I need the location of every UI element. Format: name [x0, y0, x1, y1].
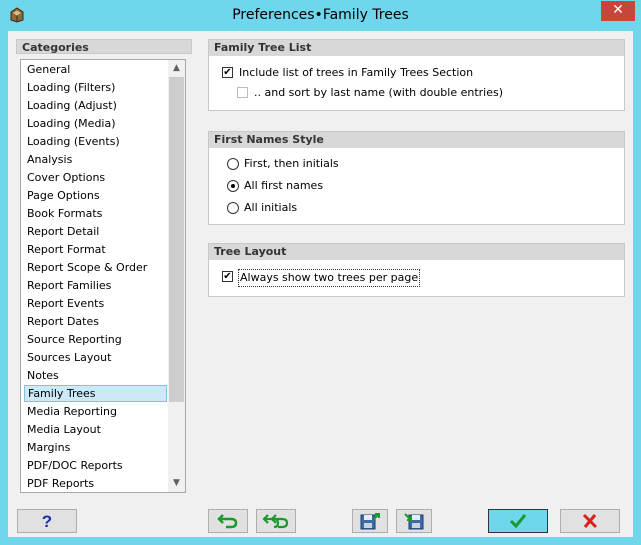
tree-layout-header: Tree Layout [209, 244, 624, 260]
undo-all-icon [262, 514, 289, 529]
scrollbar-thumb[interactable] [169, 77, 184, 402]
undo-button[interactable] [208, 509, 248, 533]
category-item-general[interactable]: General [24, 61, 167, 78]
category-item-loading-adjust[interactable]: Loading (Adjust) [24, 97, 167, 114]
category-item-media-layout[interactable]: Media Layout [24, 421, 167, 438]
ok-button[interactable] [488, 509, 548, 533]
load-button[interactable] [396, 509, 432, 533]
all-initials-radio[interactable] [227, 202, 239, 214]
cancel-x-icon [582, 513, 598, 529]
two-trees-per-page-label[interactable]: Always show two trees per page [238, 269, 421, 287]
first-names-style-header: First Names Style [209, 132, 624, 148]
category-item-report-scope-order[interactable]: Report Scope & Order [24, 259, 167, 276]
categories-scrollbar[interactable]: ▲ ▼ [168, 60, 185, 492]
include-trees-label[interactable]: Include list of trees in Family Trees Se… [239, 65, 473, 81]
save-icon [360, 513, 380, 530]
first-then-initials-radio[interactable] [227, 158, 239, 170]
category-item-family-trees[interactable]: Family Trees [24, 385, 167, 402]
category-item-cover-options[interactable]: Cover Options [24, 169, 167, 186]
window-title: Preferences•Family Trees [232, 7, 409, 23]
categories-header: Categories [16, 39, 192, 54]
all-initials-label[interactable]: All initials [244, 200, 297, 216]
all-first-names-radio[interactable] [227, 180, 239, 192]
category-item-notes[interactable]: Notes [24, 367, 167, 384]
svg-text:?: ? [42, 512, 52, 531]
category-item-media-reporting[interactable]: Media Reporting [24, 403, 167, 420]
category-item-sources-layout[interactable]: Sources Layout [24, 349, 167, 366]
category-item-report-families[interactable]: Report Families [24, 277, 167, 294]
undo-all-button[interactable] [256, 509, 296, 533]
help-button[interactable]: ? [17, 509, 77, 533]
categories-list[interactable]: General Loading (Filters) Loading (Adjus… [20, 59, 186, 493]
include-trees-checkbox[interactable]: ✔ [222, 67, 233, 78]
scroll-up-icon[interactable]: ▲ [168, 60, 185, 77]
first-then-initials-label[interactable]: First, then initials [244, 156, 339, 172]
category-item-loading-media[interactable]: Loading (Media) [24, 115, 167, 132]
close-button[interactable]: ✕ [601, 1, 635, 21]
sort-by-last-name-checkbox[interactable] [237, 87, 248, 98]
category-item-margins[interactable]: Margins [24, 439, 167, 456]
scroll-down-icon[interactable]: ▼ [168, 475, 185, 492]
category-item-loading-events[interactable]: Loading (Events) [24, 133, 167, 150]
checkmark-icon [509, 514, 527, 529]
cancel-button[interactable] [560, 509, 620, 533]
load-icon [404, 513, 424, 530]
undo-icon [217, 514, 238, 529]
preferences-window: Preferences•Family Trees ✕ Categories Ge… [0, 0, 641, 545]
tree-layout-group: Tree Layout ✔ Always show two trees per … [208, 243, 625, 297]
category-item-page-options[interactable]: Page Options [24, 187, 167, 204]
two-trees-per-page-checkbox[interactable]: ✔ [222, 271, 233, 282]
category-item-source-reporting[interactable]: Source Reporting [24, 331, 167, 348]
category-item-loading-filters[interactable]: Loading (Filters) [24, 79, 167, 96]
help-icon: ? [42, 512, 52, 531]
category-item-report-dates[interactable]: Report Dates [24, 313, 167, 330]
save-button[interactable] [352, 509, 388, 533]
category-item-report-format[interactable]: Report Format [24, 241, 167, 258]
dialog-body: Categories General Loading (Filters) Loa… [8, 31, 633, 537]
category-item-book-formats[interactable]: Book Formats [24, 205, 167, 222]
category-item-report-detail[interactable]: Report Detail [24, 223, 167, 240]
category-item-report-events[interactable]: Report Events [24, 295, 167, 312]
category-item-pdf-reports[interactable]: PDF Reports [24, 475, 167, 492]
categories-panel: Categories General Loading (Filters) Loa… [16, 39, 192, 493]
family-tree-list-header: Family Tree List [209, 40, 624, 56]
family-tree-list-group: Family Tree List ✔ Include list of trees… [208, 39, 625, 111]
category-item-pdf-doc-reports[interactable]: PDF/DOC Reports [24, 457, 167, 474]
sort-by-last-name-label[interactable]: .. and sort by last name (with double en… [254, 85, 503, 101]
first-names-style-group: First Names Style First, then initials A… [208, 131, 625, 225]
all-first-names-label[interactable]: All first names [244, 178, 323, 194]
title-bar[interactable]: Preferences•Family Trees ✕ [0, 0, 641, 31]
category-item-analysis[interactable]: Analysis [24, 151, 167, 168]
